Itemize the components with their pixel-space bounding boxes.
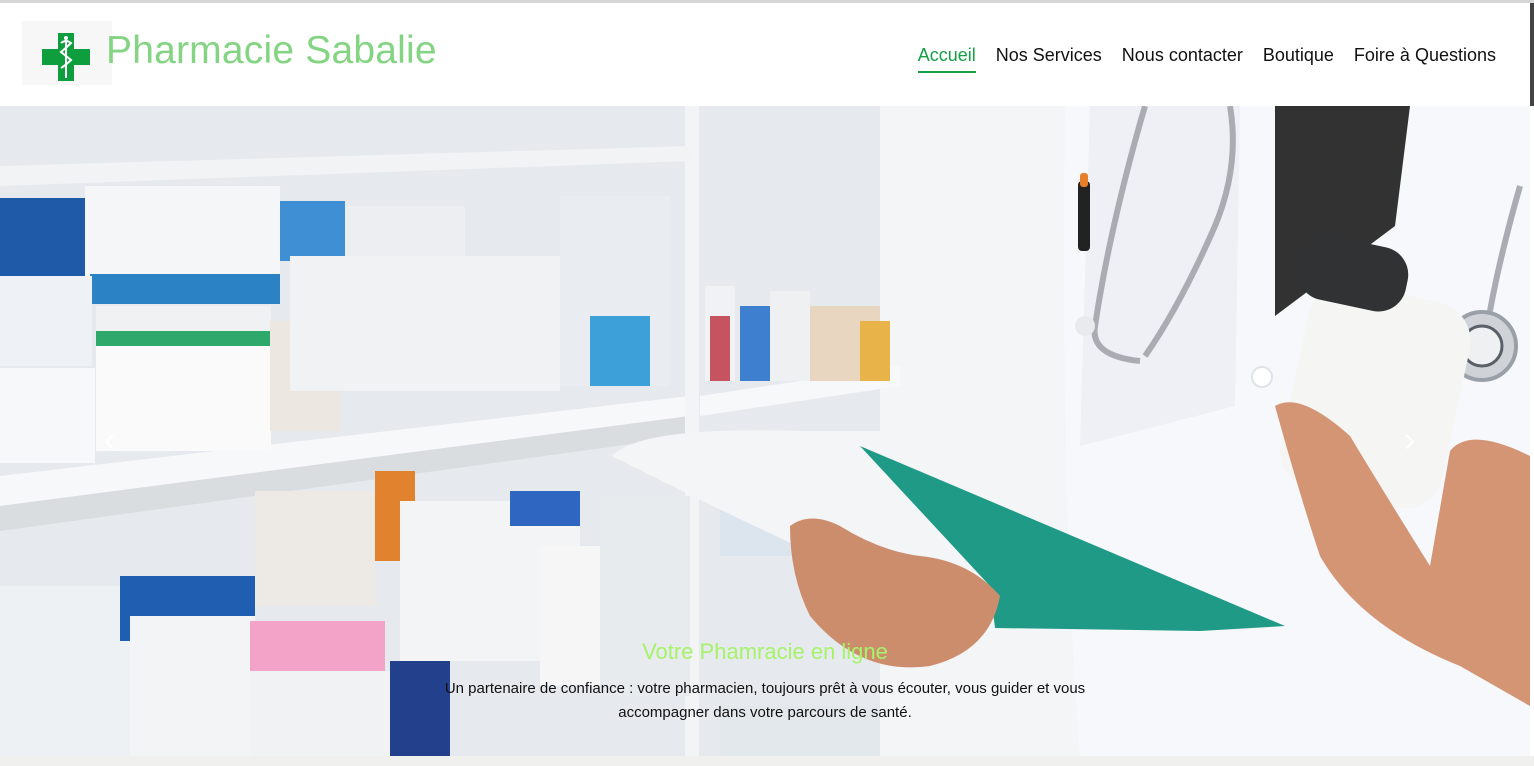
scrollbar-edge [1530, 3, 1534, 106]
brand-name: Pharmacie Sabalie [106, 29, 437, 72]
site-header: Pharmacie Sabalie Accueil Nos Services N… [0, 3, 1530, 106]
hero-caption-title: Votre Phamracie en ligne [642, 639, 888, 664]
hero-carousel: ‹ › Votre Phamracie en ligne Un partenai… [0, 106, 1530, 756]
nav-item-nos-services[interactable]: Nos Services [996, 45, 1102, 73]
main-nav: Accueil Nos Services Nous contacter Bout… [917, 45, 1496, 73]
nav-item-boutique[interactable]: Boutique [1263, 45, 1334, 73]
page-bottom-strip [0, 756, 1534, 766]
nav-item-accueil[interactable]: Accueil [917, 45, 976, 73]
hero-caption-text: Un partenaire de confiance : votre pharm… [444, 680, 1086, 721]
chevron-left-icon[interactable]: ‹ [104, 421, 115, 460]
green-cross-caduceus-icon [22, 21, 112, 85]
brand[interactable]: Pharmacie Sabalie [22, 21, 442, 85]
nav-item-faq[interactable]: Foire à Questions [1354, 45, 1496, 73]
nav-item-nous-contacter[interactable]: Nous contacter [1122, 45, 1243, 73]
chevron-right-icon[interactable]: › [1404, 421, 1415, 460]
